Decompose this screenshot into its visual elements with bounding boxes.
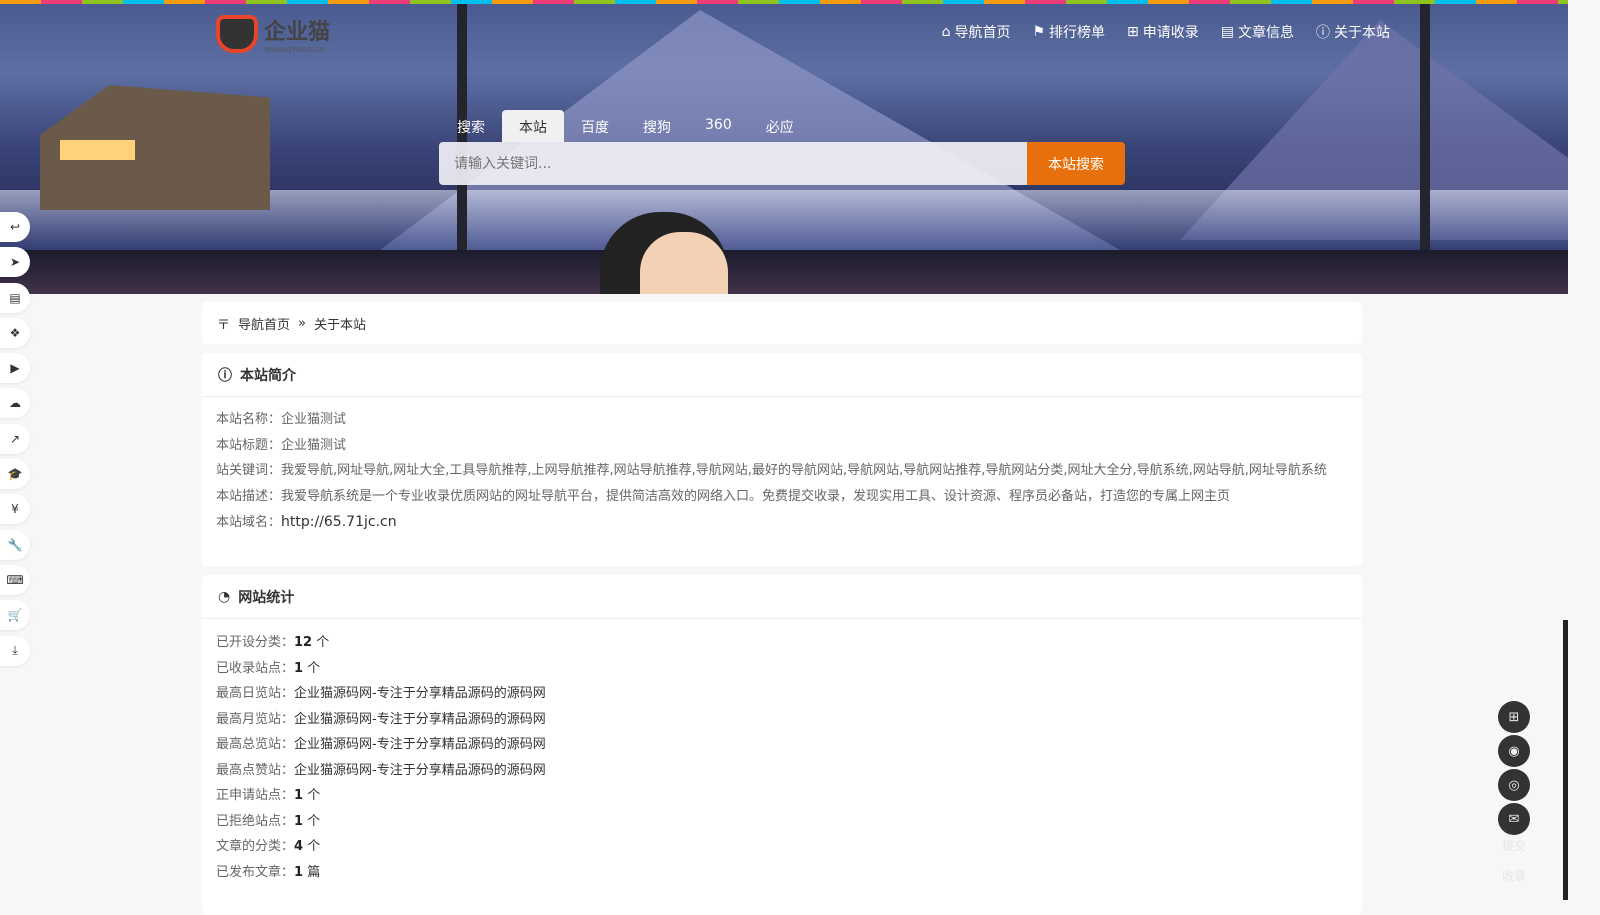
intro-row: 本站标题：企业猫测试	[216, 437, 347, 453]
wechat-icon[interactable]: ◎	[1498, 769, 1530, 801]
breadcrumb: 〒 导航首页 » 关于本站	[202, 302, 1362, 344]
cart-icon[interactable]: 🛒	[0, 600, 30, 631]
stat-row: 最高总览站：企业猫源码网-专注于分享精品源码的源码网	[216, 737, 546, 752]
section-title: 网站统计	[238, 589, 295, 606]
nav-home[interactable]: ⌂ 导航首页	[942, 22, 1011, 42]
cloud-icon[interactable]: ☁	[0, 388, 30, 419]
home-icon: ⌂	[941, 24, 951, 40]
stat-row: 最高日览站：企业猫源码网-专注于分享精品源码的源码网	[216, 686, 546, 701]
top-nav: ⌂ 导航首页 ⚑ 排行榜单 ⊞ 申请收录 ▤ 文章信息 ⓘ 关于本站	[942, 22, 1390, 42]
search-bar: 本站搜索	[439, 142, 1125, 185]
window-light	[60, 140, 135, 160]
nav-about[interactable]: ⓘ 关于本站	[1316, 22, 1390, 42]
breadcrumb-current: 关于本站	[314, 317, 367, 333]
nav-ranking[interactable]: ⚑ 排行榜单	[1032, 22, 1105, 42]
search-tabs: 搜索 本站 百度 搜狗 360 必应	[440, 110, 811, 142]
site-link[interactable]: 企业猫源码网-专注于分享精品源码的源码网	[294, 763, 546, 778]
info-icon: ⓘ	[1316, 25, 1330, 41]
intro-row: 本站描述：我爱导航系统是一个专业收录优质网站的网址导航平台，提供简洁高效的网络入…	[216, 488, 1231, 504]
book-icon: ▤	[1220, 24, 1234, 40]
pie-chart-icon: ◔	[218, 588, 231, 605]
stat-row: 最高点赞站：企业猫源码网-专注于分享精品源码的源码网	[216, 762, 546, 778]
railing-graphic	[0, 250, 1568, 294]
faint-label: 收录	[1502, 869, 1527, 883]
chart-line-icon[interactable]: ↗	[0, 423, 30, 454]
breadcrumb-home[interactable]: 导航首页	[238, 314, 290, 333]
intro-row: 站关键词：我爱导航,网址导航,网址大全,工具导航推荐,上网导航推荐,网站导航推荐…	[216, 463, 1327, 478]
download-icon[interactable]: ⤓	[0, 635, 30, 666]
yen-icon[interactable]: ¥	[0, 494, 30, 525]
cat-logo-icon	[216, 15, 258, 53]
tab-bing[interactable]: 必应	[749, 110, 811, 142]
scrollbar[interactable]	[1563, 620, 1568, 900]
stat-row: 已收录站点：1 个	[216, 660, 321, 676]
cubes-icon[interactable]: ❖	[0, 317, 30, 348]
left-sidebar: ↩ ➤ ▤ ❖ ▶ ☁ ↗ 🎓 ¥ 🔧 ⌨ 🛒 ⤓	[0, 212, 30, 671]
color-stripe	[0, 0, 1568, 4]
graduation-cap-icon[interactable]: 🎓	[0, 459, 30, 490]
tab-baidu[interactable]: 百度	[564, 110, 626, 142]
paper-plane-icon[interactable]: ➤	[0, 247, 30, 278]
flag-icon: ⚑	[1032, 24, 1046, 40]
site-link[interactable]: 企业猫源码网-专注于分享精品源码的源码网	[294, 686, 546, 701]
wrench-icon[interactable]: 🔧	[0, 529, 30, 560]
site-logo[interactable]: 企业猫 WWW.QYMAO.CN	[216, 14, 330, 54]
nav-submit[interactable]: ⊞ 申请收录	[1127, 22, 1199, 42]
search-input[interactable]	[439, 142, 1027, 185]
stat-row: 已拒绝站点：1 个	[216, 813, 321, 829]
intro-card: ⓘ 本站简介 本站名称：企业猫测试 本站标题：企业猫测试 站关键词：我爱导航,网址…	[202, 353, 1362, 566]
plus-square-icon: ⊞	[1127, 24, 1139, 40]
intro-row: 本站名称：企业猫测试	[216, 412, 347, 427]
faint-label: 提交	[1502, 839, 1527, 853]
menu-icon: 〒	[217, 317, 231, 333]
site-link[interactable]: 企业猫源码网-专注于分享精品源码的源码网	[294, 737, 546, 752]
reply-icon[interactable]: ↩	[0, 212, 30, 242]
keyboard-icon[interactable]: ⌨	[0, 564, 30, 595]
stat-row: 文章的分类：4 个	[216, 839, 321, 854]
section-title: 本站简介	[240, 367, 296, 384]
envelope-icon[interactable]: ✉	[1498, 803, 1530, 835]
plus-square-icon[interactable]: ⊞	[1498, 701, 1530, 733]
info-icon: ⓘ	[218, 367, 232, 384]
tab-search[interactable]: 搜索	[440, 110, 502, 142]
intro-row: 本站域名：http://65.71jc.cn	[216, 514, 397, 530]
site-link[interactable]: 企业猫源码网-专注于分享精品源码的源码网	[294, 712, 546, 727]
stat-row: 已开设分类：12 个	[216, 635, 330, 650]
youtube-icon[interactable]: ▶	[0, 353, 30, 384]
tab-sogou[interactable]: 搜狗	[626, 110, 688, 142]
tab-360[interactable]: 360	[688, 110, 749, 142]
stat-row: 最高月览站：企业猫源码网-专注于分享精品源码的源码网	[216, 711, 546, 727]
file-icon[interactable]: ▤	[0, 282, 30, 313]
stats-card: ◔ 网站统计 已开设分类：12 个已收录站点：1 个最高日览站：企业猫源码网-专注…	[202, 575, 1362, 915]
stat-row: 正申请站点：1 个	[216, 788, 321, 803]
qq-icon[interactable]: ◉	[1498, 735, 1530, 767]
nav-articles[interactable]: ▤ 文章信息	[1221, 22, 1294, 42]
stat-row: 已发布文章：1 篇	[216, 864, 321, 880]
search-button[interactable]: 本站搜索	[1027, 142, 1125, 185]
tab-site[interactable]: 本站	[502, 110, 564, 142]
